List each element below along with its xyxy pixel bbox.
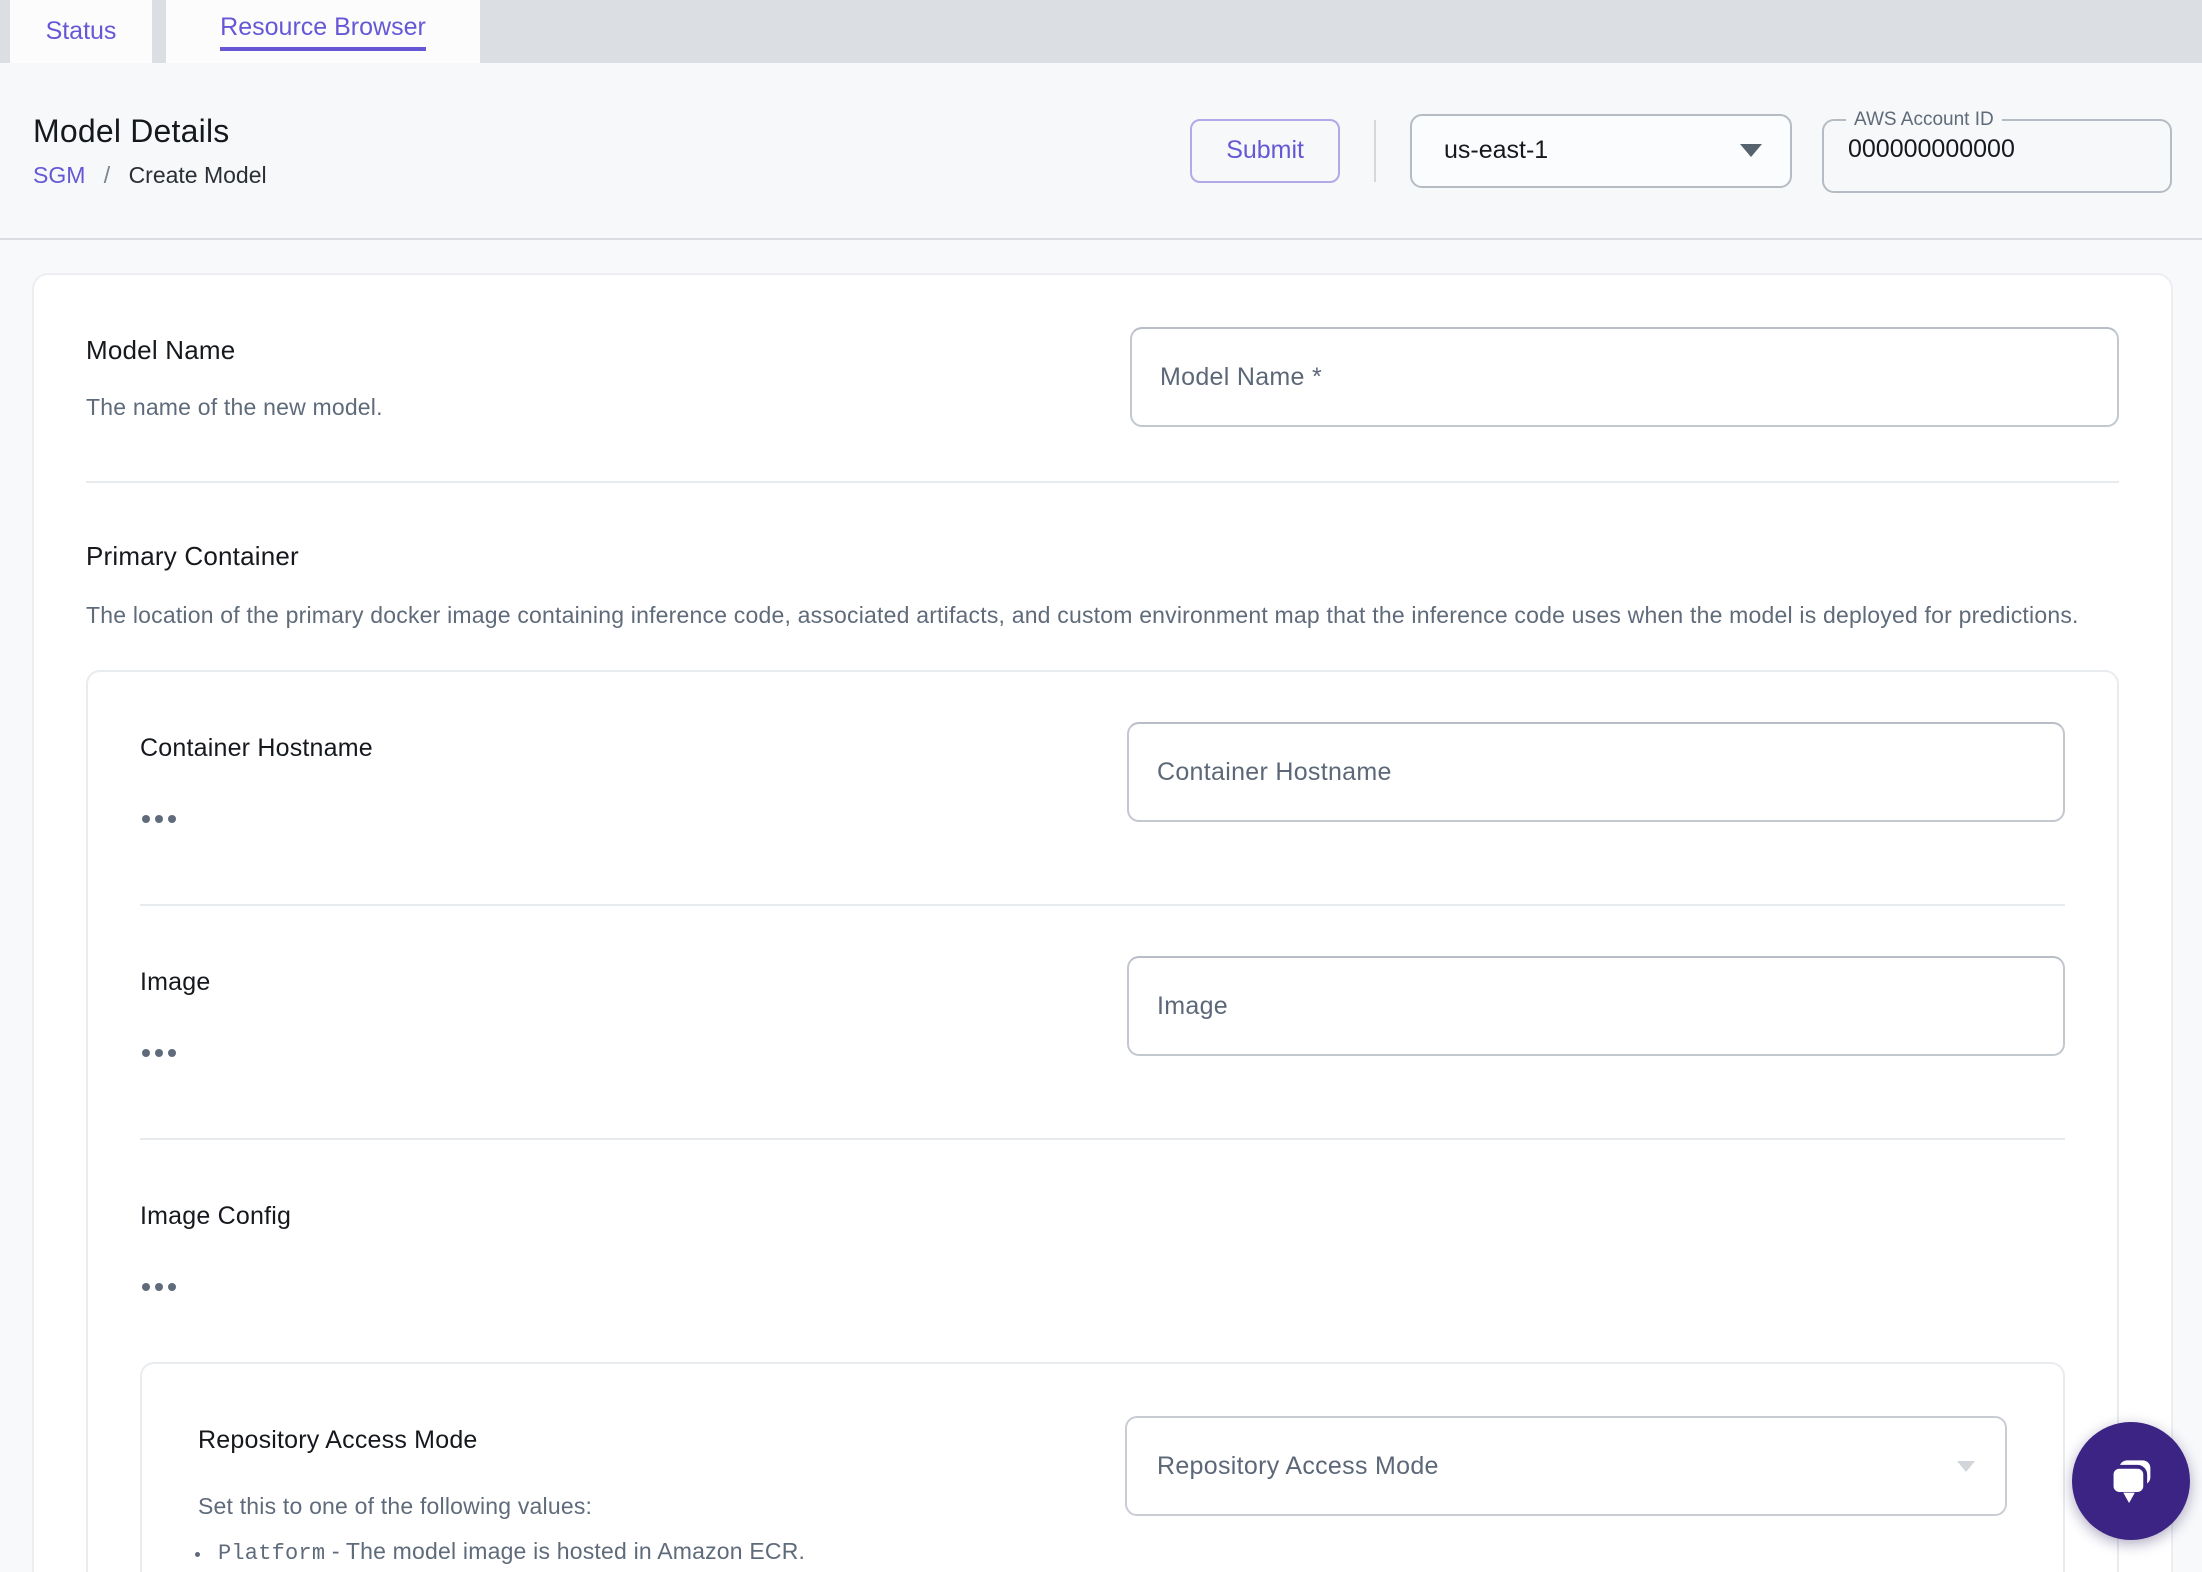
repository-access-mode-select[interactable]: Repository Access Mode [1125, 1416, 2007, 1516]
breadcrumb: SGM / Create Model [33, 162, 267, 189]
container-hostname-label-block: Container Hostname [140, 722, 373, 828]
tab-resource-browser[interactable]: Resource Browser [166, 0, 480, 63]
image-input[interactable] [1127, 956, 2065, 1056]
page-header: Model Details SGM / Create Model Submit … [0, 63, 2202, 240]
header-divider [1374, 119, 1376, 182]
section-divider [86, 481, 2119, 483]
aws-account-id-input[interactable] [1838, 130, 2156, 164]
submit-button[interactable]: Submit [1190, 118, 1340, 183]
ellipsis-icon[interactable] [140, 1045, 178, 1061]
chat-bubbles-icon [2109, 1460, 2151, 1503]
model-name-input[interactable] [1130, 327, 2119, 427]
chevron-down-icon [1740, 144, 1762, 157]
repository-access-mode-row: Repository Access Mode Set this to one o… [198, 1416, 2007, 1572]
model-name-description: The name of the new model. [86, 394, 383, 420]
image-config-heading: Image Config [140, 1202, 292, 1230]
repository-access-mode-options-list: Platform - The model image is hosted in … [212, 1538, 984, 1572]
region-select-value: us-east-1 [1444, 136, 1549, 164]
repository-access-mode-label-block: Repository Access Mode Set this to one o… [198, 1416, 984, 1572]
tab-resource-browser-label: Resource Browser [220, 13, 426, 51]
breadcrumb-parent-link[interactable]: SGM [33, 162, 85, 188]
repository-access-mode-heading: Repository Access Mode [198, 1426, 478, 1454]
model-details-card: Model Name The name of the new model. Pr… [32, 273, 2173, 1572]
header-controls: Submit us-east-1 AWS Account ID [1190, 108, 2172, 193]
repository-access-mode-select-placeholder: Repository Access Mode [1157, 1451, 1439, 1480]
region-select[interactable]: us-east-1 [1410, 113, 1792, 188]
option-code: Platform [218, 1541, 326, 1566]
image-config-row: Image Config [140, 1190, 2065, 1296]
repository-access-mode-description: Set this to one of the following values: [198, 1493, 593, 1519]
tab-bar: Status Resource Browser [0, 0, 2202, 63]
chevron-down-icon [1957, 1460, 1975, 1472]
image-row: Image [140, 956, 2065, 1062]
ellipsis-icon[interactable] [140, 1279, 178, 1295]
model-name-heading: Model Name [86, 335, 236, 365]
container-hostname-input[interactable] [1127, 722, 2065, 822]
image-heading: Image [140, 968, 211, 996]
container-hostname-heading: Container Hostname [140, 734, 373, 762]
tab-status[interactable]: Status [10, 0, 152, 63]
ellipsis-icon[interactable] [140, 811, 178, 827]
aws-account-id-label: AWS Account ID [1854, 108, 1994, 130]
header-title-block: Model Details SGM / Create Model [33, 113, 267, 189]
chat-fab-button[interactable] [2072, 1422, 2190, 1540]
image-config-group: Repository Access Mode Set this to one o… [140, 1362, 2065, 1572]
aws-account-id-field: AWS Account ID [1822, 108, 2172, 193]
list-item: Platform - The model image is hosted in … [212, 1538, 984, 1566]
page-title: Model Details [33, 112, 230, 149]
breadcrumb-separator: / [103, 161, 111, 188]
image-label-block: Image [140, 956, 210, 1062]
container-hostname-row: Container Hostname [140, 722, 2065, 828]
image-config-label-block: Image Config [140, 1190, 291, 1296]
option-text: - The model image is hosted in Amazon EC… [331, 1538, 806, 1564]
primary-container-group: Container Hostname Image Image Config [86, 670, 2119, 1572]
model-name-label-block: Model Name The name of the new model. [86, 327, 383, 421]
tab-status-label: Status [45, 17, 117, 45]
breadcrumb-current: Create Model [128, 161, 267, 188]
field-divider [140, 1138, 2065, 1140]
primary-container-heading: Primary Container [86, 541, 299, 571]
field-divider [140, 904, 2065, 906]
primary-container-description: The location of the primary docker image… [86, 602, 2079, 628]
model-name-row: Model Name The name of the new model. [86, 327, 2119, 427]
